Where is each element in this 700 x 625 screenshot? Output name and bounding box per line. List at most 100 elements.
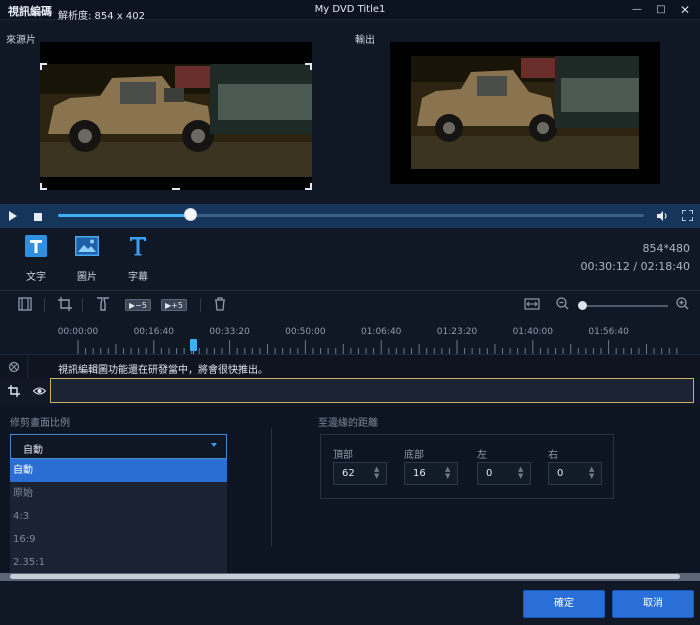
source-preview[interactable] (40, 42, 312, 190)
crop-icon (58, 297, 72, 311)
zoom-out-icon (556, 297, 569, 310)
volume-icon (657, 211, 667, 221)
source-label: 來源片 (6, 35, 36, 46)
film-button[interactable] (18, 297, 32, 313)
crop-icon (8, 385, 20, 397)
ratio-option[interactable]: 自動 (10, 459, 227, 482)
zoom-out-button[interactable] (556, 297, 569, 313)
crop-track (0, 378, 700, 403)
ruler-tick-label: 01:40:00 (512, 327, 554, 337)
bottom-spinner[interactable]: 16 ▲ ▼ (404, 462, 458, 485)
playhead-handle[interactable] (190, 339, 197, 351)
zoom-thumb[interactable] (578, 301, 587, 310)
ratio-option[interactable]: 4:3 (10, 505, 227, 528)
crop-ratio-select[interactable]: 自動 (10, 434, 227, 459)
subtitle-tool-label: 字幕 (128, 272, 148, 283)
seek-progress (58, 214, 191, 217)
step-back-button[interactable]: ▶−5 (125, 299, 151, 311)
image-tool-label: 圖片 (77, 272, 97, 283)
left-value: 0 (486, 468, 493, 479)
chevron-down-icon (211, 443, 217, 447)
text-icon (25, 235, 47, 257)
top-value: 62 (342, 468, 355, 479)
top-spinner[interactable]: 62 ▲ ▼ (333, 462, 387, 485)
right-value: 0 (557, 468, 564, 479)
step-forward-button[interactable]: ▶+5 (161, 299, 187, 311)
fit-width-icon (524, 298, 540, 310)
subtitle-icon (130, 237, 146, 256)
trash-icon (215, 297, 225, 311)
fit-button[interactable] (524, 297, 540, 313)
ratio-option[interactable]: 16:9 (10, 528, 227, 551)
ruler-tick-label: 00:33:20 (209, 327, 250, 337)
spinner-arrows-icon[interactable]: ▲ ▼ (518, 466, 523, 480)
output-preview (390, 42, 660, 184)
zoom-in-icon (676, 297, 689, 310)
panel-divider (271, 428, 272, 546)
zoom-in-button[interactable] (676, 297, 689, 313)
subtitle-tool-button[interactable]: 字幕 (118, 234, 158, 283)
ruler-tick-label: 01:56:40 (588, 327, 629, 337)
text-tool-button[interactable]: 文字 (16, 234, 56, 283)
maximize-button[interactable]: □ (650, 0, 672, 20)
left-spinner[interactable]: 0 ▲ ▼ (477, 462, 531, 485)
seek-slider[interactable] (58, 214, 644, 217)
scrollbar-thumb[interactable] (10, 574, 680, 579)
ok-button[interactable]: 確定 (523, 590, 605, 618)
output-video-frame (411, 56, 639, 169)
visibility-icon[interactable] (33, 386, 46, 396)
source-video-frame (40, 64, 312, 177)
delete-button[interactable] (214, 297, 226, 313)
effect-track-header (0, 355, 28, 379)
ruler-tick-label: 00:16:40 (133, 327, 175, 337)
zoom-slider[interactable] (582, 305, 668, 307)
timecode: 00:30:12 / 02:18:40 (580, 260, 690, 273)
crop-ratio-label: 修剪畫面比例 (10, 418, 70, 429)
right-spinner[interactable]: 0 ▲ ▼ (548, 462, 602, 485)
crop-handle-top-right[interactable] (305, 63, 312, 70)
timeline-ruler[interactable]: 00:00:00 00:16:40 00:33:20 00:50:00 01:06:40… (54, 322, 694, 354)
crop-handle-bottom[interactable] (172, 188, 180, 190)
play-button[interactable] (8, 211, 18, 224)
playback-bar (0, 204, 700, 228)
image-tool-button[interactable]: 圖片 (67, 234, 107, 283)
left-label: 左 (477, 450, 487, 461)
seek-thumb[interactable] (184, 208, 198, 221)
spinner-arrows-icon[interactable]: ▲ ▼ (374, 466, 379, 480)
minimize-button[interactable]: — (626, 0, 648, 20)
fullscreen-button[interactable] (681, 209, 694, 224)
stop-button[interactable] (34, 213, 42, 221)
crop-handle-bottom-right[interactable] (305, 183, 312, 190)
output-label: 輸出 (355, 35, 375, 46)
ruler-tick-label: 00:00:00 (57, 327, 99, 337)
crop-clip[interactable] (50, 378, 694, 403)
spinner-arrows-icon[interactable]: ▲ ▼ (589, 466, 594, 480)
crop-handle-top-left[interactable] (40, 63, 47, 70)
text-tool-label: 文字 (26, 272, 46, 283)
bottom-label: 底部 (404, 450, 424, 461)
volume-button[interactable] (656, 210, 668, 225)
image-icon (75, 236, 99, 256)
play-icon (9, 211, 17, 221)
feature-notice: 視訊編輯圖功能還在研發當中，將會很快推出。 (58, 365, 268, 376)
ratio-option[interactable]: 2.35:1 (10, 551, 227, 574)
film-icon (18, 297, 32, 311)
crop-handle-bottom-left[interactable] (40, 183, 47, 190)
fullscreen-icon (681, 209, 694, 222)
ratio-option[interactable]: 原始 (10, 482, 227, 505)
ruler-tick-label: 00:50:00 (285, 327, 326, 337)
top-label: 頂部 (333, 450, 353, 461)
cancel-button[interactable]: 取消 (612, 590, 694, 618)
video-resolution: 854*480 (642, 242, 691, 255)
split-button[interactable] (96, 297, 110, 313)
effects-icon (8, 361, 20, 373)
timeline-toolbar: ▶−5 ▶+5 (0, 290, 700, 318)
edge-distance-group: 頂部 底部 左 右 62 ▲ ▼ 16 ▲ ▼ 0 ▲ ▼ 0 ▲ ▼ (320, 434, 614, 499)
crop-button[interactable] (58, 297, 72, 313)
spinner-arrows-icon[interactable]: ▲ ▼ (445, 466, 450, 480)
split-icon (97, 297, 109, 311)
edge-distance-label: 至邊緣的距離 (318, 418, 378, 429)
effect-track: 視訊編輯圖功能還在研發當中，將會很快推出。 (0, 354, 700, 379)
close-button[interactable]: ✕ (674, 0, 696, 20)
crop-resolution: 解析度: 854 x 402 (58, 11, 145, 22)
